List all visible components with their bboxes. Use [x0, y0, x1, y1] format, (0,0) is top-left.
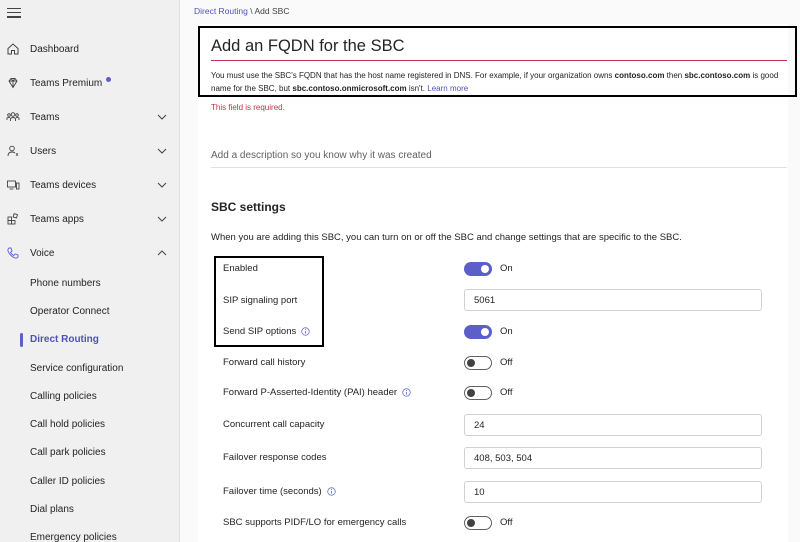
- enabled-toggle-state: On: [500, 263, 513, 274]
- chevron-down-icon[interactable]: [157, 215, 167, 223]
- pidf-lo-toggle-state: Off: [500, 517, 513, 528]
- nav-label: Teams devices: [30, 179, 97, 191]
- failover-time-input[interactable]: [464, 481, 762, 503]
- forward-call-history-toggle[interactable]: [464, 356, 492, 370]
- sidebar-item-call-park-policies[interactable]: Call park policies: [0, 441, 179, 465]
- chevron-down-icon[interactable]: [157, 113, 167, 121]
- nav-label: Users: [30, 145, 57, 157]
- sip-port-label: SIP signaling port: [223, 295, 298, 306]
- nav-item-teams-devices[interactable]: Teams devices: [0, 172, 179, 198]
- nav-item-teams-apps[interactable]: Teams apps: [0, 206, 179, 232]
- sidebar-item-calling-policies[interactable]: Calling policies: [0, 385, 179, 409]
- nav-item-voice[interactable]: Voice: [0, 240, 179, 266]
- sbc-settings-description: When you are adding this SBC, you can tu…: [211, 232, 682, 243]
- forward-pai-toggle[interactable]: [464, 386, 492, 400]
- sidebar-item-direct-routing[interactable]: Direct Routing: [0, 328, 179, 352]
- send-sip-options-toggle[interactable]: [464, 325, 492, 339]
- nav-label: Teams Premium: [30, 78, 103, 89]
- info-icon[interactable]: [402, 388, 411, 397]
- chevron-down-icon[interactable]: [157, 181, 167, 189]
- phone-icon: [7, 247, 19, 259]
- failover-time-label: Failover time (seconds): [223, 486, 336, 497]
- apps-icon: [7, 213, 19, 225]
- sbc-settings-heading: SBC settings: [211, 200, 286, 214]
- breadcrumb-link-direct-routing[interactable]: Direct Routing: [194, 6, 248, 16]
- people-team-icon: [6, 112, 20, 121]
- new-indicator-dot: [106, 77, 112, 82]
- description-input[interactable]: [211, 144, 787, 168]
- sidebar-item-operator-connect[interactable]: Operator Connect: [0, 300, 179, 324]
- person-icon: [7, 145, 19, 157]
- chevron-up-icon[interactable]: [157, 249, 167, 257]
- diamond-icon: [8, 78, 18, 89]
- devices-icon: [7, 180, 20, 190]
- forward-pai-toggle-state: Off: [500, 387, 513, 398]
- fqdn-highlight-box: [198, 26, 797, 97]
- forward-call-history-label: Forward call history: [223, 357, 306, 368]
- forward-pai-label: Forward P-Asserted-Identity (PAI) header: [223, 387, 411, 398]
- sidebar-item-caller-id-policies[interactable]: Caller ID policies: [0, 470, 179, 494]
- sidebar-item-call-hold-policies[interactable]: Call hold policies: [0, 413, 179, 437]
- failover-codes-input[interactable]: [464, 447, 762, 469]
- forward-call-history-toggle-state: Off: [500, 357, 513, 368]
- sip-port-input[interactable]: [464, 289, 762, 311]
- pidf-lo-label: SBC supports PIDF/LO for emergency calls: [223, 517, 407, 528]
- nav-label: Teams: [30, 111, 60, 123]
- sidebar-item-dial-plans[interactable]: Dial plans: [0, 498, 179, 522]
- fqdn-error-message: This field is required.: [211, 103, 285, 112]
- breadcrumb-separator: \: [250, 6, 253, 16]
- hamburger-menu-icon[interactable]: [7, 8, 21, 18]
- nav-item-teams[interactable]: Teams: [0, 104, 179, 130]
- breadcrumb-current: Add SBC: [254, 6, 290, 16]
- nav-item-users[interactable]: Users: [0, 138, 179, 164]
- left-navigation: Dashboard Teams Premium Teams Users Team…: [0, 0, 180, 542]
- sidebar-item-phone-numbers[interactable]: Phone numbers: [0, 272, 179, 296]
- info-icon[interactable]: [327, 487, 336, 496]
- home-icon: [7, 43, 19, 55]
- send-sip-options-toggle-state: On: [500, 326, 513, 337]
- sidebar-item-emergency-policies[interactable]: Emergency policies: [0, 526, 179, 542]
- info-icon[interactable]: [301, 327, 310, 336]
- enabled-toggle[interactable]: [464, 262, 492, 276]
- failover-codes-label: Failover response codes: [223, 452, 327, 463]
- nav-label: Dashboard: [30, 43, 79, 55]
- nav-label: Teams apps: [30, 213, 84, 225]
- nav-label: Voice: [30, 247, 55, 259]
- breadcrumb: Direct Routing \ Add SBC: [194, 6, 289, 16]
- concurrent-capacity-label: Concurrent call capacity: [223, 419, 325, 430]
- sidebar-item-service-configuration[interactable]: Service configuration: [0, 357, 179, 381]
- enabled-label: Enabled: [223, 263, 258, 274]
- chevron-down-icon[interactable]: [157, 147, 167, 155]
- pidf-lo-toggle[interactable]: [464, 516, 492, 530]
- active-indicator: [20, 333, 23, 347]
- send-sip-options-label: Send SIP options: [223, 326, 310, 337]
- concurrent-capacity-input[interactable]: [464, 414, 762, 436]
- nav-item-dashboard[interactable]: Dashboard: [0, 36, 179, 62]
- nav-item-teams-premium[interactable]: Teams Premium: [0, 70, 179, 96]
